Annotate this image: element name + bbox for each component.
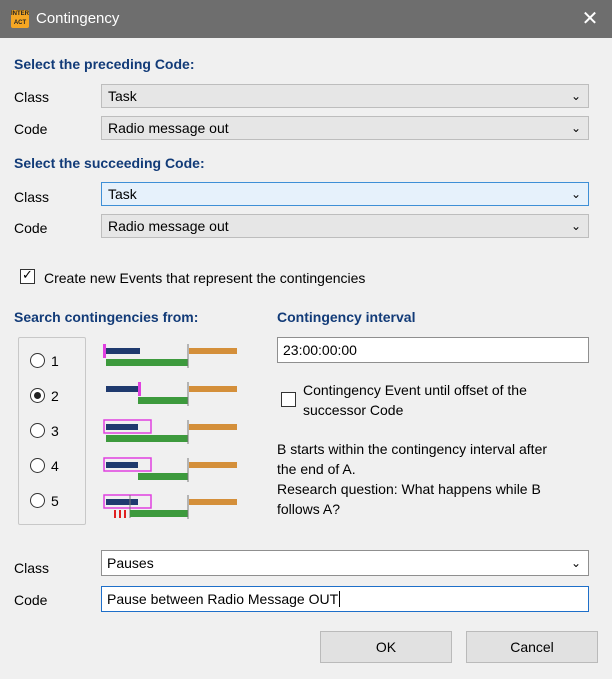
- close-icon[interactable]: ✕: [578, 6, 602, 32]
- ok-button[interactable]: OK: [320, 631, 452, 663]
- offset-checkbox[interactable]: [281, 392, 296, 407]
- chevron-down-icon: ⌄: [570, 556, 581, 570]
- offset-checkbox-label: Contingency Event until offset of the su…: [303, 380, 527, 420]
- description-line1: B starts within the contingency interval…: [277, 441, 548, 457]
- succeeding-class-label: Class: [14, 189, 50, 205]
- timing-diagram-5: [103, 494, 237, 519]
- succeeding-code-select[interactable]: Radio message out ⌄: [101, 214, 589, 238]
- succeeding-class-value: Task: [108, 186, 137, 202]
- radio-option-1[interactable]: [30, 353, 45, 368]
- interval-heading: Contingency interval: [277, 309, 416, 325]
- preceding-code-value: Radio message out: [108, 120, 229, 136]
- description-line2: the end of A.: [277, 461, 356, 477]
- chevron-down-icon: ⌄: [570, 121, 581, 135]
- interval-description: B starts within the contingency interval…: [277, 439, 547, 519]
- radio-label-1: 1: [51, 353, 59, 369]
- create-events-checkbox[interactable]: ✓: [20, 267, 35, 284]
- radio-option-5[interactable]: [30, 493, 45, 508]
- result-class-label: Class: [14, 560, 50, 576]
- timing-diagram-2: [106, 382, 237, 406]
- preceding-class-value: Task: [108, 88, 137, 104]
- interact-app-icon: INTER ACT: [11, 10, 29, 28]
- cancel-button[interactable]: Cancel: [466, 631, 598, 663]
- window-title: Contingency: [36, 10, 120, 27]
- radio-label-2: 2: [51, 388, 59, 404]
- radio-label-3: 3: [51, 423, 59, 439]
- timing-diagram-3: [103, 419, 237, 444]
- radio-label-4: 4: [51, 458, 59, 474]
- radio-option-4[interactable]: [30, 458, 45, 473]
- timing-diagrams: [103, 344, 237, 519]
- result-code-input[interactable]: Pause between Radio Message OUT: [101, 586, 589, 612]
- result-class-value: Pauses: [107, 555, 154, 571]
- chevron-down-icon: ⌄: [570, 187, 581, 201]
- succeeding-class-select[interactable]: Task ⌄: [101, 182, 589, 206]
- search-heading: Search contingencies from:: [14, 309, 199, 325]
- preceding-code-select[interactable]: Radio message out ⌄: [101, 116, 589, 140]
- chevron-down-icon: ⌄: [570, 89, 581, 103]
- title-bar: INTER ACT Contingency ✕: [0, 0, 612, 38]
- description-line4: follows A?: [277, 501, 341, 517]
- description-line3: Research question: What happens while B: [277, 481, 541, 497]
- text-cursor: [339, 591, 341, 607]
- result-code-label: Code: [14, 592, 48, 608]
- offset-label-line2: successor Code: [303, 402, 404, 418]
- radio-option-2[interactable]: [30, 388, 45, 403]
- result-class-select[interactable]: Pauses ⌄: [101, 550, 589, 576]
- preceding-heading: Select the preceding Code:: [14, 56, 195, 72]
- checkmark-icon: ✓: [22, 267, 33, 282]
- interval-input[interactable]: 23:00:00:00: [277, 337, 589, 363]
- succeeding-code-value: Radio message out: [108, 218, 229, 234]
- preceding-class-select[interactable]: Task ⌄: [101, 84, 589, 108]
- offset-label-line1: Contingency Event until offset of the: [303, 382, 527, 398]
- succeeding-code-label: Code: [14, 220, 48, 236]
- radio-selected-dot: [34, 392, 41, 399]
- timing-diagram-4: [103, 457, 237, 482]
- timing-diagram-1: [103, 344, 237, 368]
- preceding-class-label: Class: [14, 89, 50, 105]
- preceding-code-label: Code: [14, 121, 48, 137]
- chevron-down-icon: ⌄: [570, 219, 581, 233]
- result-code-value: Pause between Radio Message OUT: [107, 591, 339, 607]
- succeeding-heading: Select the succeeding Code:: [14, 155, 205, 171]
- radio-label-5: 5: [51, 493, 59, 509]
- create-events-label: Create new Events that represent the con…: [44, 270, 366, 286]
- radio-option-3[interactable]: [30, 423, 45, 438]
